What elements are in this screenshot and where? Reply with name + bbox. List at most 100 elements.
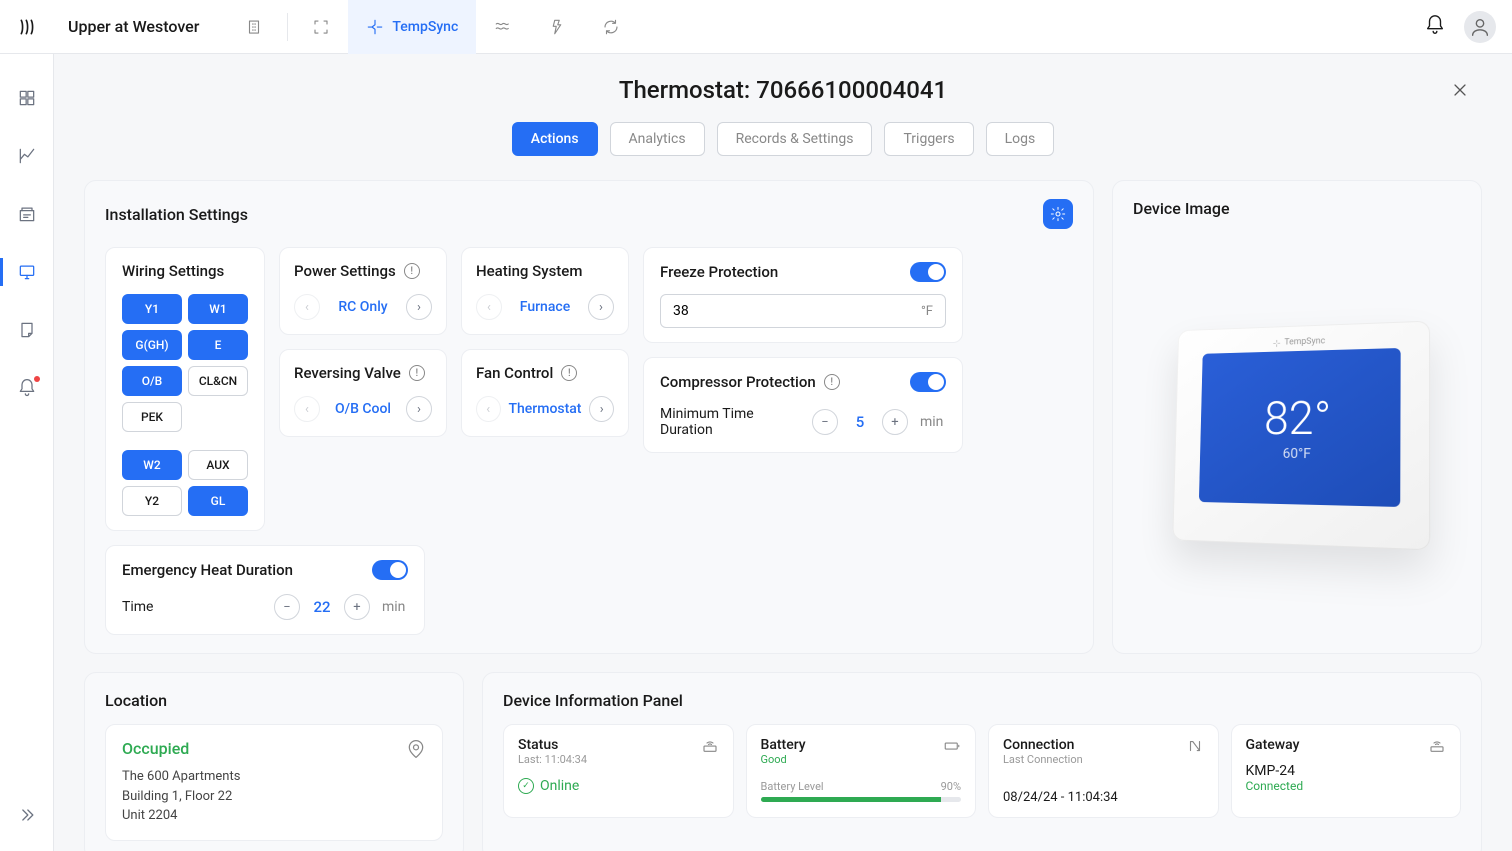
fan-value: Thermostat [509,401,582,417]
chip-y1[interactable]: Y1 [122,294,182,324]
location-panel: Location Occupied The 600 Apartments Bui… [84,672,464,851]
installation-panel: Installation Settings Wiring Settings Y1… [84,180,1094,654]
gear-icon [1050,206,1066,222]
top-tab-tempsync[interactable]: TempSync [348,0,476,54]
location-line3: Unit 2204 [122,806,426,826]
compressor-toggle[interactable] [910,372,946,392]
alert-dot-icon [34,376,40,382]
gateway-icon [1428,737,1446,755]
heating-prev[interactable]: ‹ [476,294,502,320]
notifications-button[interactable] [1424,14,1446,40]
freeze-input[interactable] [673,303,921,319]
chip-e[interactable]: E [188,330,248,360]
chip-ob[interactable]: O/B [122,366,182,396]
info-icon[interactable]: ! [561,365,577,381]
battery-title: Battery [761,737,806,753]
sidebar-dashboard[interactable] [0,76,54,120]
heating-value: Furnace [510,299,580,315]
brand-logo-icon [16,15,40,39]
emergency-title: Emergency Heat Duration [122,561,293,579]
sidebar-notes[interactable] [0,308,54,352]
connection-card: Connection Last Connection 08/24/24 - 11… [988,724,1219,818]
device-info-panel: Device Information Panel Status Last: 11… [482,672,1482,851]
device-info-title: Device Information Panel [503,691,1461,710]
power-card: Power Settings! ‹ RC Only › [279,247,447,335]
top-tab-waves[interactable] [476,0,530,54]
expand-icon [312,18,330,36]
thermostat-brand: TempSync [1284,336,1325,347]
chip-y2[interactable]: Y2 [122,486,182,516]
power-next[interactable]: › [406,294,432,320]
sidebar-expand[interactable] [0,793,54,837]
top-tab-bolt[interactable] [530,0,584,54]
emergency-value: 22 [312,598,332,616]
device-image: TempSync 82° 60°F [1133,232,1461,635]
grid-icon [17,88,37,108]
topbar: Upper at Westover TempSync [0,0,1512,54]
top-tab-refresh[interactable] [584,0,638,54]
chip-pek[interactable]: PEK [122,402,182,432]
pin-icon [406,739,426,759]
heating-next[interactable]: › [588,294,614,320]
power-prev[interactable]: ‹ [294,294,320,320]
sidebar-device[interactable] [0,250,54,294]
bell-icon [1424,14,1446,36]
installation-settings-button[interactable] [1043,199,1073,229]
router-icon [701,737,719,755]
freeze-unit: °F [921,304,933,319]
subtab-logs[interactable]: Logs [986,122,1055,156]
reversing-next[interactable]: › [406,396,432,422]
signal-icon [1186,737,1204,755]
installation-title: Installation Settings [105,205,248,224]
sidebar-analytics[interactable] [0,134,54,178]
top-tab-building[interactable] [227,0,281,54]
top-tab-expand[interactable] [294,0,348,54]
brand-mark-icon [1272,338,1281,347]
sidebar-collection[interactable] [0,192,54,236]
emergency-time-label: Time [122,599,262,615]
emergency-dec[interactable]: − [274,594,300,620]
location-line1: The 600 Apartments [122,767,426,787]
top-tabs: TempSync [227,0,638,54]
emergency-unit: min [382,599,408,615]
info-icon[interactable]: ! [409,365,425,381]
monitor-icon [17,262,37,282]
fan-prev[interactable]: ‹ [476,396,501,422]
freeze-toggle[interactable] [910,262,946,282]
subtab-analytics[interactable]: Analytics [610,122,705,156]
emergency-toggle[interactable] [372,560,408,580]
subtab-triggers[interactable]: Triggers [884,122,973,156]
user-avatar[interactable] [1464,11,1496,43]
sidebar-alerts[interactable] [0,366,54,410]
chip-w2[interactable]: W2 [122,450,182,480]
compressor-card: Compressor Protection! Minimum Time Dura… [643,357,963,453]
chip-gl[interactable]: GL [188,486,248,516]
reversing-title: Reversing Valve [294,364,401,382]
tab-label: TempSync [392,19,458,35]
bolt-icon [548,18,566,36]
info-icon[interactable]: ! [824,374,840,390]
chip-w1[interactable]: W1 [188,294,248,324]
subtab-records[interactable]: Records & Settings [717,122,873,156]
compressor-value: 5 [850,413,870,431]
location-title: Location [105,691,443,710]
status-card: Status Last: 11:04:34 ✓ Online [503,724,734,818]
fan-title: Fan Control [476,364,553,382]
subtab-actions[interactable]: Actions [512,122,598,156]
emergency-inc[interactable]: + [344,594,370,620]
info-icon[interactable]: ! [404,263,420,279]
compressor-inc[interactable]: + [882,409,908,435]
battery-level-label: Battery Level [761,780,824,793]
close-icon [1450,80,1470,100]
chip-clcn[interactable]: CL&CN [188,366,248,396]
heating-card: Heating System ‹ Furnace › [461,247,629,335]
gateway-title: Gateway [1246,737,1300,753]
chip-aux[interactable]: AUX [188,450,248,480]
reversing-prev[interactable]: ‹ [294,396,320,422]
battery-pct: 90% [941,780,961,793]
compressor-dec[interactable]: − [812,409,838,435]
chip-ggh[interactable]: G(GH) [122,330,182,360]
fan-next[interactable]: › [589,396,614,422]
close-button[interactable] [1446,76,1474,104]
thermostat-sub: 60°F [1283,445,1311,461]
